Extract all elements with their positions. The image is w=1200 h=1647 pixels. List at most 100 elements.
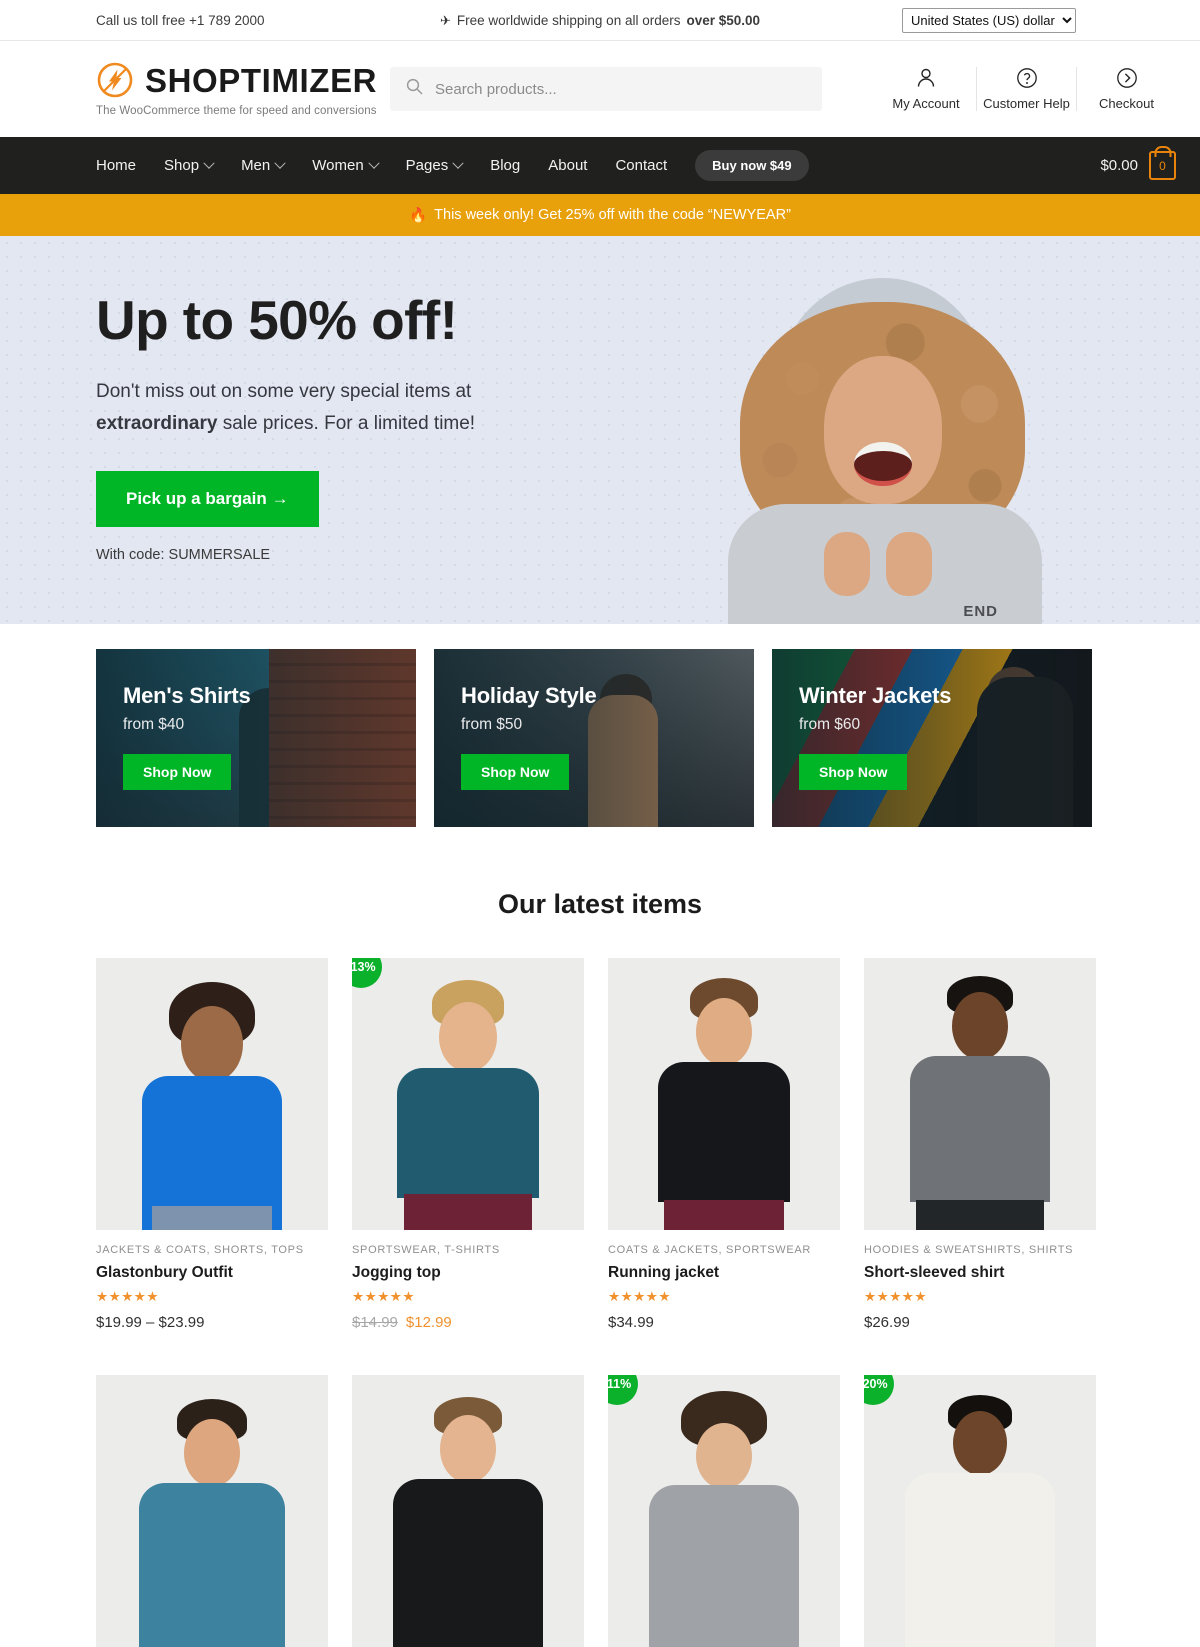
nav-label: Men <box>241 157 271 174</box>
nav-item-contact[interactable]: Contact <box>601 157 681 174</box>
cart-total: $0.00 <box>1100 157 1138 174</box>
lightning-bolt-logo-icon <box>96 61 134 99</box>
category-title: Holiday Style <box>461 683 597 708</box>
product-sale-price: $12.99 <box>405 1314 452 1331</box>
chevron-down-icon <box>274 157 286 169</box>
search-bar[interactable] <box>390 67 822 111</box>
product-image[interactable]: -13% <box>352 958 584 1230</box>
product-card[interactable] <box>352 1375 584 1647</box>
product-image[interactable] <box>352 1375 584 1647</box>
shop-now-button[interactable]: Shop Now <box>461 754 570 790</box>
customer-help-label: Customer Help <box>983 96 1070 111</box>
product-image[interactable] <box>96 958 328 1230</box>
hero-hoodie-text: END <box>963 603 998 620</box>
product-image[interactable]: -20% <box>864 1375 1096 1647</box>
nav-item-blog[interactable]: Blog <box>476 157 534 174</box>
product-name[interactable]: Glastonbury Outfit <box>96 1264 328 1282</box>
hero-model-photo: END <box>720 264 1050 624</box>
nav-item-about[interactable]: About <box>534 157 601 174</box>
question-circle-icon <box>1016 67 1038 89</box>
shop-now-button[interactable]: Shop Now <box>799 754 908 790</box>
customer-help-link[interactable]: Customer Help <box>976 67 1076 111</box>
shop-now-button[interactable]: Shop Now <box>123 754 232 790</box>
nav-item-men[interactable]: Men <box>227 157 298 174</box>
free-shipping-notice: ✈ Free worldwide shipping on all orders … <box>440 13 760 28</box>
category-card-winter-jackets[interactable]: Winter Jackets from $60 Shop Now <box>772 649 1092 827</box>
checkout-link[interactable]: Checkout <box>1076 67 1176 111</box>
hero-sub-bold: extraordinary <box>96 413 218 435</box>
nav-item-pages[interactable]: Pages <box>392 157 477 174</box>
nav-label: Shop <box>164 157 200 174</box>
nav-label: Blog <box>490 157 521 174</box>
currency-select[interactable]: United States (US) dollar <box>902 8 1076 33</box>
product-card[interactable]: -13% SPORTSWEAR, T-SHIRTS Jogging top ★★… <box>352 958 584 1331</box>
promo-text: This week only! Get 25% off with the cod… <box>434 207 791 223</box>
product-name[interactable]: Short-sleeved shirt <box>864 1264 1096 1282</box>
product-card[interactable]: COATS & JACKETS, SPORTSWEAR Running jack… <box>608 958 840 1331</box>
shipping-threshold: over $50.00 <box>686 12 761 28</box>
my-account-link[interactable]: My Account <box>876 67 976 111</box>
chevron-down-icon <box>368 157 380 169</box>
product-card[interactable]: HOODIES & SWEATSHIRTS, SHIRTS Short-slee… <box>864 958 1096 1331</box>
product-card[interactable]: -11% <box>608 1375 840 1647</box>
product-image[interactable] <box>608 958 840 1230</box>
hero-promo-code: With code: SUMMERSALE <box>96 547 271 564</box>
product-price: $34.99 <box>608 1314 840 1331</box>
user-icon <box>915 67 937 89</box>
search-input[interactable] <box>435 80 806 98</box>
product-price-value: $34.99 <box>608 1314 654 1331</box>
hero-subtitle: Don't miss out on some very special item… <box>96 376 516 441</box>
nav-label: About <box>548 157 588 174</box>
page-title: Our latest items <box>497 889 703 919</box>
hero-copy: Up to 50% off! Don't miss out on some ve… <box>0 236 560 563</box>
product-name[interactable]: Running jacket <box>608 1264 840 1282</box>
product-image[interactable] <box>96 1375 328 1647</box>
nav-label: Pages <box>405 157 449 174</box>
product-name[interactable]: Jogging top <box>352 1264 584 1282</box>
promo-banner[interactable]: 🔥 This week only! Get 25% off with the c… <box>0 194 1200 236</box>
hero-sub-part1: Don't miss out on some very special item… <box>96 380 472 402</box>
product-old-price: $14.99 <box>352 1314 398 1331</box>
site-header: SHOPTIMIZER The WooCommerce theme for sp… <box>0 41 1200 137</box>
nav-item-shop[interactable]: Shop <box>150 157 227 174</box>
product-grid-row-2: -11% -20% <box>0 1375 1200 1647</box>
product-image[interactable] <box>864 958 1096 1230</box>
shopping-bag-icon[interactable]: 0 <box>1149 151 1176 180</box>
product-categories: HOODIES & SWEATSHIRTS, SHIRTS <box>864 1244 1074 1256</box>
chevron-down-icon <box>452 157 464 169</box>
plane-icon: ✈ <box>439 12 451 28</box>
nav-label: Home <box>96 157 137 174</box>
logo-text: SHOPTIMIZER <box>145 61 378 99</box>
product-categories: SPORTSWEAR, T-SHIRTS <box>352 1244 500 1256</box>
product-price-value: $19.99 – $23.99 <box>96 1314 205 1331</box>
product-grid-row-1: JACKETS & COATS, SHORTS, TOPS Glastonbur… <box>0 958 1200 1331</box>
buy-now-button[interactable]: Buy now $49 <box>695 150 809 181</box>
fire-icon: 🔥 <box>409 207 428 224</box>
category-card-mens-shirts[interactable]: Men's Shirts from $40 Shop Now <box>96 649 416 827</box>
chevron-down-icon <box>203 157 215 169</box>
product-rating-stars: ★★★★★ <box>96 1289 160 1304</box>
product-card[interactable] <box>96 1375 328 1647</box>
nav-item-women[interactable]: Women <box>298 157 391 174</box>
category-cards: Men's Shirts from $40 Shop Now Holiday S… <box>0 624 1200 827</box>
product-card[interactable]: -20% <box>864 1375 1096 1647</box>
nav-list: Home Shop Men Women Pages Blog About Con… <box>96 150 809 181</box>
cart-item-count: 0 <box>1159 158 1166 173</box>
top-bar: Call us toll free +1 789 2000 ✈ Free wor… <box>0 0 1200 41</box>
product-price-value: $26.99 <box>864 1314 910 1331</box>
hero-section: Up to 50% off! Don't miss out on some ve… <box>0 236 1200 624</box>
cart-widget[interactable]: $0.00 0 <box>1100 151 1176 180</box>
category-title: Men's Shirts <box>123 683 251 708</box>
nav-label: Contact <box>615 157 668 174</box>
product-card[interactable]: JACKETS & COATS, SHORTS, TOPS Glastonbur… <box>96 958 328 1331</box>
category-card-holiday-style[interactable]: Holiday Style from $50 Shop Now <box>434 649 754 827</box>
hero-hand-right <box>886 532 932 596</box>
hero-mouth <box>854 442 912 486</box>
logo-block[interactable]: SHOPTIMIZER The WooCommerce theme for sp… <box>96 61 388 117</box>
product-rating-stars: ★★★★★ <box>608 1289 672 1304</box>
nav-item-home[interactable]: Home <box>96 157 150 174</box>
product-image[interactable]: -11% <box>608 1375 840 1647</box>
nav-label: Women <box>312 157 364 174</box>
header-actions: My Account Customer Help Checkout <box>876 61 1176 117</box>
pick-up-bargain-button[interactable]: Pick up a bargain → <box>96 471 319 528</box>
